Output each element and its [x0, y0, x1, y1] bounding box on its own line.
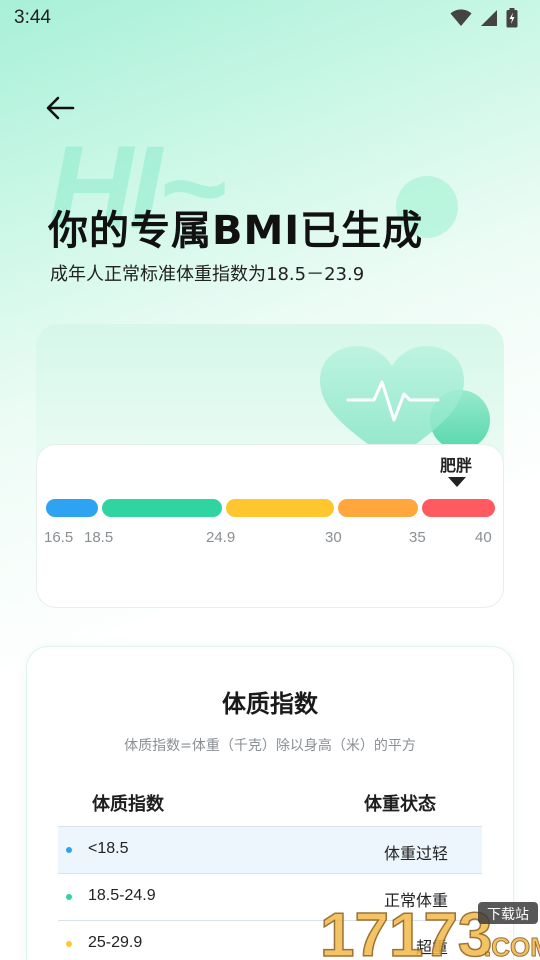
bmi-scale-card [36, 444, 504, 608]
column-header-status: 体重状态 [364, 794, 436, 815]
svg-text:下载站: 下载站 [487, 907, 529, 923]
bmi-tick-label: 16.5 [44, 529, 74, 546]
svg-text:17173: 17173 [320, 901, 492, 960]
bmi-result-label: 肥胖 [440, 456, 473, 475]
bmi-formula-text: 体质指数=体重（千克）除以身高（米）的平方 [124, 738, 416, 754]
info-card-title: 体质指数 [222, 690, 318, 718]
bmi-bar-normal [102, 499, 222, 517]
status-time: 3:44 [14, 7, 51, 28]
result-pointer-icon [448, 477, 466, 487]
site-watermark-logo: 17173 下载站 .COM [319, 900, 540, 960]
bmi-bar-overweight [226, 499, 334, 517]
row-dot-underweight [66, 847, 72, 853]
wifi-icon [450, 9, 472, 26]
bmi-tick-label: 35 [409, 529, 426, 546]
page-title: 你的专属BMI已生成 [48, 208, 424, 254]
bmi-bar-obese-1 [338, 499, 418, 517]
column-header-index: 体质指数 [92, 794, 164, 815]
row-dot-normal [66, 894, 72, 900]
bmi-tick-label: 40 [475, 529, 492, 546]
row-bmi-range: <18.5 [88, 840, 129, 857]
row-bmi-range: 25-29.9 [88, 934, 143, 951]
battery-charging-icon [506, 8, 518, 28]
bmi-tick-label: 30 [325, 529, 342, 546]
bmi-tick-label: 18.5 [84, 529, 114, 546]
status-bar: 3:44 [0, 0, 540, 36]
page-subtitle: 成年人正常标准体重指数为18.5－23.9 [50, 264, 365, 285]
cellular-signal-icon [481, 10, 497, 26]
bmi-bar-obese-2 [422, 499, 495, 517]
bmi-tick-label: 24.9 [206, 529, 236, 546]
svg-text:.COM: .COM [484, 932, 540, 960]
bmi-bar-underweight [46, 499, 98, 517]
status-icons [450, 8, 518, 28]
row-dot-overweight [66, 941, 72, 947]
row-weight-status: 体重过轻 [383, 844, 448, 863]
row-bmi-range: 18.5-24.9 [88, 887, 156, 904]
table-row: <18.5 体重过轻 [58, 827, 482, 873]
